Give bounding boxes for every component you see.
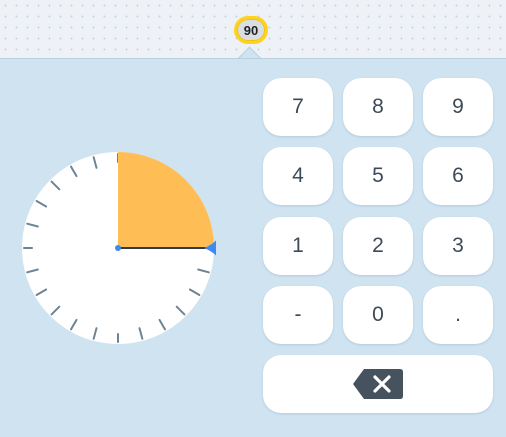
key-4[interactable]: 4 <box>263 147 333 205</box>
key-2[interactable]: 2 <box>343 217 413 275</box>
key-5[interactable]: 5 <box>343 147 413 205</box>
backspace-button[interactable] <box>263 355 493 413</box>
key-1[interactable]: 1 <box>263 217 333 275</box>
key-7[interactable]: 7 <box>263 78 333 136</box>
angle-dial[interactable] <box>20 150 216 346</box>
key-3[interactable]: 3 <box>423 217 493 275</box>
dial-center-dot <box>115 245 121 251</box>
key-9[interactable]: 9 <box>423 78 493 136</box>
angle-sector <box>118 152 214 248</box>
key-minus[interactable]: - <box>263 286 333 344</box>
angle-value-text: 90 <box>243 22 259 38</box>
number-keypad: 789 456 123 -0. <box>263 78 493 414</box>
key-6[interactable]: 6 <box>423 147 493 205</box>
angle-value-badge[interactable]: 90 <box>234 16 268 44</box>
key-8[interactable]: 8 <box>343 78 413 136</box>
key-decimal[interactable]: . <box>423 286 493 344</box>
backspace-icon <box>353 369 403 399</box>
key-0[interactable]: 0 <box>343 286 413 344</box>
